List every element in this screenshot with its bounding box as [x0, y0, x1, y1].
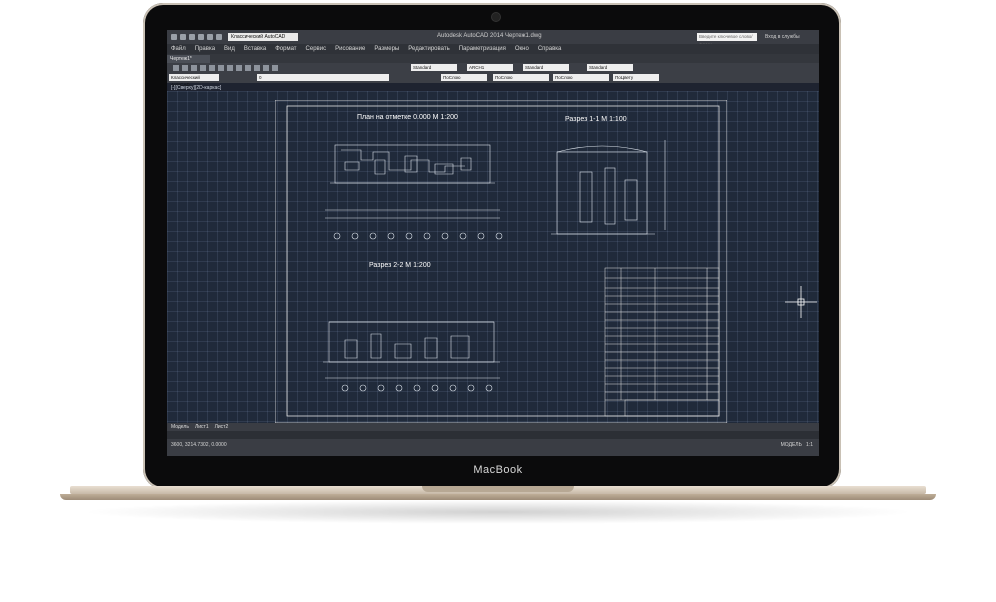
tab-model[interactable]: Модель — [171, 424, 189, 430]
zoom-icon[interactable] — [272, 65, 278, 71]
menu-item-view[interactable]: Вид — [224, 46, 235, 52]
paste-icon[interactable] — [227, 65, 233, 71]
print-icon[interactable] — [198, 34, 204, 40]
workspace-combo[interactable]: Классический AutoCAD — [169, 74, 219, 87]
linetype-combo[interactable]: ПоСлою — [493, 74, 549, 81]
status-bar: 3600, 3214.7302, 0.0000 МОДЕЛЬ 1:1 — [167, 439, 819, 456]
standard-toolbar: Standard ARCH1 Standard Standard — [167, 63, 819, 73]
save-icon[interactable] — [189, 34, 195, 40]
lineweight-combo[interactable]: ПоСлою — [553, 74, 609, 81]
text-style-combo[interactable]: Standard — [411, 64, 457, 71]
cut-icon[interactable] — [209, 65, 215, 71]
properties-toolbar: Классический AutoCAD 0 ПоСлою ПоСлою ПоС… — [167, 73, 819, 87]
menu-item-window[interactable]: Окно — [515, 46, 529, 52]
status-right: МОДЕЛЬ 1:1 — [781, 442, 813, 448]
layout-tabs: Модель Лист1 Лист2 — [167, 423, 819, 431]
workspace-dropdown[interactable]: Классический AutoCAD — [228, 33, 298, 41]
tab-layout1[interactable]: Лист1 — [195, 424, 209, 430]
drawing-svg — [275, 100, 727, 423]
menu-item-help[interactable]: Справка — [538, 46, 562, 52]
laptop-brand: MacBook — [473, 464, 523, 476]
plotstyle-combo[interactable]: ПоЦвету — [613, 74, 659, 81]
layer-combo[interactable]: 0 — [257, 74, 389, 81]
redo-icon[interactable] — [216, 34, 222, 40]
plan-title: План на отметке 0.000 М 1:200 — [357, 114, 458, 121]
new-icon[interactable] — [173, 65, 179, 71]
redo-icon[interactable] — [254, 65, 260, 71]
laptop-shadow — [80, 500, 916, 524]
camera — [492, 13, 500, 21]
help-search-input[interactable]: Введите ключевое слово/фразу — [697, 33, 757, 47]
quick-access-toolbar[interactable] — [167, 34, 222, 40]
drawing-sheet[interactable]: План на отметке 0.000 М 1:200 Разрез 1-1… — [275, 100, 727, 423]
open-icon[interactable] — [180, 34, 186, 40]
coordinate-readout: 3600, 3214.7302, 0.0000 — [171, 442, 227, 448]
undo-icon[interactable] — [245, 65, 251, 71]
menu-bar: Файл Правка Вид Вставка Формат Сервис Ри… — [167, 44, 819, 54]
menu-item-edit[interactable]: Правка — [195, 46, 215, 52]
open-icon[interactable] — [182, 65, 188, 71]
section-2-2-title: Разрез 2-2 М 1:200 — [369, 262, 431, 269]
dim-style-combo[interactable]: ARCH1 — [467, 64, 513, 71]
tab-drawing1[interactable]: Чертеж1* — [167, 55, 210, 63]
new-icon[interactable] — [171, 34, 177, 40]
save-icon[interactable] — [191, 65, 197, 71]
mleader-style-combo[interactable]: Standard — [587, 64, 633, 71]
menu-item-dimensions[interactable]: Размеры — [374, 46, 399, 52]
menu-item-modify[interactable]: Редактировать — [408, 46, 449, 52]
command-line[interactable] — [167, 431, 819, 439]
menu-item-format[interactable]: Формат — [275, 46, 296, 52]
laptop-notch — [422, 486, 574, 492]
toolbar-icons — [173, 65, 278, 71]
color-combo[interactable]: ПоСлою — [441, 74, 487, 81]
signin-link[interactable]: Вход в службы — [765, 34, 800, 40]
print-icon[interactable] — [200, 65, 206, 71]
crosshair-cursor-icon — [785, 286, 817, 318]
table-style-combo[interactable]: Standard — [523, 64, 569, 71]
undo-icon[interactable] — [207, 34, 213, 40]
model-space-toggle[interactable]: МОДЕЛЬ — [781, 442, 802, 448]
copy-icon[interactable] — [218, 65, 224, 71]
menu-item-file[interactable]: Файл — [171, 46, 186, 52]
menu-item-draw[interactable]: Рисование — [335, 46, 365, 52]
tab-layout2[interactable]: Лист2 — [215, 424, 229, 430]
title-bar: Классический AutoCAD Autodesk AutoCAD 20… — [167, 30, 819, 47]
document-tabs: Чертеж1* — [167, 54, 819, 63]
annotation-scale[interactable]: 1:1 — [806, 442, 813, 448]
laptop-base-lip — [60, 494, 936, 500]
viewport-label[interactable]: [-][Сверху][2D-каркас] — [171, 85, 221, 91]
pan-icon[interactable] — [263, 65, 269, 71]
menu-item-insert[interactable]: Вставка — [244, 46, 266, 52]
menu-item-tools[interactable]: Сервис — [306, 46, 327, 52]
menu-item-parametric[interactable]: Параметризация — [459, 46, 506, 52]
match-icon[interactable] — [236, 65, 242, 71]
autocad-window: Классический AutoCAD Autodesk AutoCAD 20… — [167, 30, 819, 456]
section-1-1-title: Разрез 1-1 М 1:100 — [565, 116, 627, 123]
window-title: Autodesk AutoCAD 2014 Чертеж1.dwg — [437, 33, 542, 39]
